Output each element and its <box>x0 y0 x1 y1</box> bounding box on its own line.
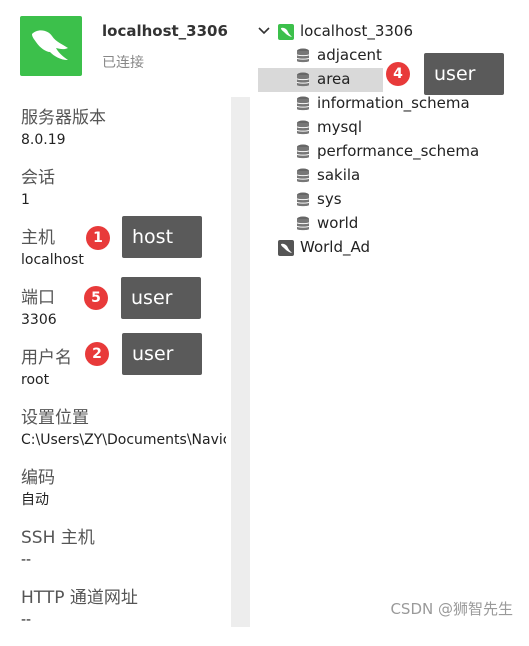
info-label: 服务器版本 <box>21 108 106 128</box>
info-value: C:\Users\ZY\Documents\Navicat <box>21 432 226 448</box>
connection-status: 已连接 <box>102 55 144 71</box>
connection-title: localhost_3306 <box>102 22 228 40</box>
tree-connection-label: World_Ad <box>300 238 371 256</box>
database-icon <box>296 144 310 159</box>
database-icon <box>296 72 310 87</box>
connection-properties: 服务器版本 8.0.19 会话 1 主机 localhost 端口 3306 用… <box>21 106 226 646</box>
info-value: -- <box>21 612 32 628</box>
mysql-connection-disconnected-icon <box>278 240 294 256</box>
annotation-tag: user <box>122 333 202 375</box>
annotation-tag: host <box>122 216 202 258</box>
watermark: CSDN @狮智先生 <box>390 600 513 618</box>
database-icon <box>296 120 310 135</box>
tree-db-item[interactable]: mysql <box>256 116 521 140</box>
database-icon <box>296 96 310 111</box>
info-http-tunnel-url: HTTP 通道网址 -- <box>21 586 226 646</box>
tree-db-label: world <box>317 214 359 232</box>
annotation-badge: 5 <box>84 286 108 310</box>
info-value: 自动 <box>21 492 49 508</box>
info-settings-location: 设置位置 C:\Users\ZY\Documents\Navicat <box>21 406 226 466</box>
info-ssh-host: SSH 主机 -- <box>21 526 226 586</box>
info-label: 会话 <box>21 168 55 188</box>
tree-db-label: sys <box>317 190 342 208</box>
annotation-badge: 4 <box>386 62 410 86</box>
info-value: 1 <box>21 192 30 208</box>
tree-db-item[interactable]: sys <box>256 188 521 212</box>
database-icon <box>296 48 310 63</box>
chevron-down-icon[interactable] <box>258 24 270 38</box>
info-label: HTTP 通道网址 <box>21 588 138 608</box>
tree-connection-world-ad[interactable]: World_Ad <box>256 236 521 260</box>
annotation-badge: 1 <box>86 226 110 250</box>
tree-db-item[interactable]: performance_schema <box>256 140 521 164</box>
info-value: -- <box>21 552 32 568</box>
info-label: 编码 <box>21 468 55 488</box>
annotation-badge: 2 <box>85 342 109 366</box>
tree-db-item[interactable]: sakila <box>256 164 521 188</box>
annotation-tag: user <box>121 277 201 319</box>
info-server-version: 服务器版本 8.0.19 <box>21 106 226 166</box>
database-icon <box>296 216 310 231</box>
mysql-dolphin-icon <box>20 16 82 76</box>
database-icon <box>296 192 310 207</box>
annotation-tag: user <box>424 53 504 95</box>
tree-db-item[interactable]: world <box>256 212 521 236</box>
tree-db-label: area <box>317 70 351 88</box>
tree-db-item[interactable]: information_schema <box>256 92 521 116</box>
tree-db-label: sakila <box>317 166 361 184</box>
tree-connection-localhost[interactable]: localhost_3306 <box>256 20 521 44</box>
tree-db-label: information_schema <box>317 94 470 112</box>
info-value: 8.0.19 <box>21 132 66 148</box>
tree-db-label: performance_schema <box>317 142 480 160</box>
tree-db-label: mysql <box>317 118 362 136</box>
database-icon <box>296 168 310 183</box>
tree-connection-label: localhost_3306 <box>300 22 414 40</box>
mysql-connection-icon <box>278 24 294 40</box>
info-encoding: 编码 自动 <box>21 466 226 526</box>
tree-db-label: adjacent <box>317 46 382 64</box>
scrollbar[interactable] <box>231 97 250 627</box>
info-label: SSH 主机 <box>21 528 95 548</box>
info-label: 设置位置 <box>21 408 89 428</box>
